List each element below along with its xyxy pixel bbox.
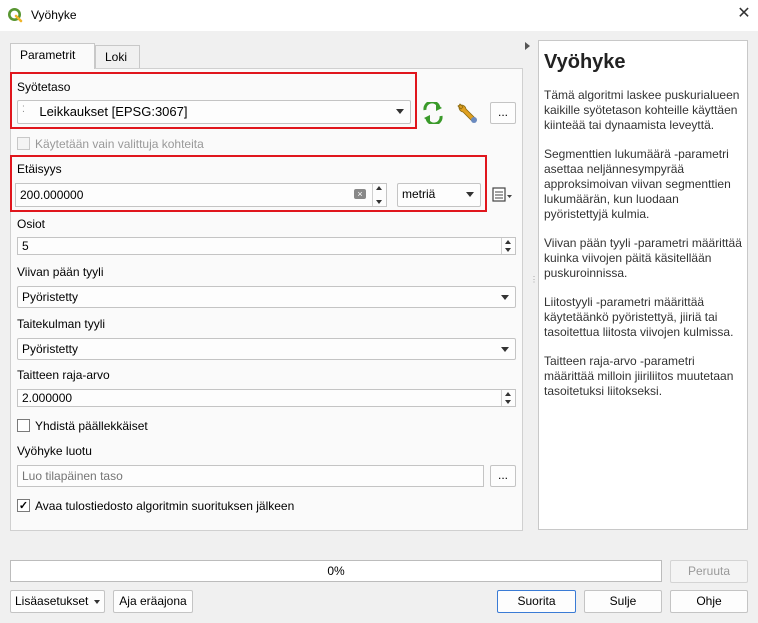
batch-button[interactable]: Aja eräajona xyxy=(113,590,193,613)
output-path-input[interactable] xyxy=(17,465,484,487)
help-panel: Vyöhyke Tämä algoritmi laskee puskurialu… xyxy=(538,40,748,530)
iterate-icon[interactable] xyxy=(421,102,445,124)
input-layer-options-button[interactable]: ... xyxy=(490,102,516,124)
help-button[interactable]: Ohje xyxy=(670,590,748,613)
window-title: Vyöhyke xyxy=(31,8,77,22)
end-cap-combo[interactable]: Pyöristetty xyxy=(17,286,516,308)
title-bar xyxy=(0,0,758,31)
selected-only-checkbox[interactable] xyxy=(17,137,30,150)
end-cap-value: Pyöristetty xyxy=(22,290,79,304)
miter-limit-value: 2.000000 xyxy=(22,391,73,405)
help-paragraph: Taitteen raja-arvo -parametri määrittää … xyxy=(544,354,734,398)
open-output-label: Avaa tulostiedosto algoritmin suoritukse… xyxy=(35,499,295,513)
segments-value: 5 xyxy=(22,239,29,253)
collapse-arrow-icon[interactable] xyxy=(525,42,530,50)
help-paragraph: Liitostyyli -parametri määrittää käytetä… xyxy=(544,295,734,339)
close-button[interactable]: Sulje xyxy=(584,590,662,613)
segments-label: Osiot xyxy=(17,217,46,231)
miter-limit-spinbox[interactable]: 2.000000 xyxy=(17,389,516,407)
dissolve-checkbox[interactable] xyxy=(17,419,30,432)
close-icon[interactable]: ✕ xyxy=(735,5,753,23)
advanced-button[interactable]: Lisäasetukset xyxy=(10,590,105,613)
dissolve-label: Yhdistä päällekkäiset xyxy=(35,419,148,433)
help-paragraph: Viivan pään tyyli -parametri määrittää k… xyxy=(544,236,742,280)
miter-limit-label: Taitteen raja-arvo xyxy=(17,368,110,382)
open-output-checkbox[interactable]: ✓ xyxy=(17,499,30,512)
advanced-label: Lisäasetukset xyxy=(15,594,89,608)
output-label: Vyöhyke luotu xyxy=(17,444,92,458)
distance-highlight xyxy=(10,155,487,212)
help-paragraph: Segmenttien lukumäärä -parametri asettaa… xyxy=(544,147,731,221)
input-layer-highlight xyxy=(10,72,417,129)
join-style-combo[interactable]: Pyöristetty xyxy=(17,338,516,360)
chevron-down-icon xyxy=(94,600,100,604)
end-cap-label: Viivan pään tyyli xyxy=(17,265,104,279)
segments-spinbox[interactable]: 5 xyxy=(17,237,516,255)
tab-parameters[interactable]: Parametrit xyxy=(10,43,95,69)
join-style-value: Pyöristetty xyxy=(22,342,79,356)
output-browse-button[interactable]: ... xyxy=(490,465,516,487)
help-paragraph: Tämä algoritmi laskee puskurialueen kaik… xyxy=(544,88,740,132)
progress-bar: 0% xyxy=(10,560,662,582)
tab-log[interactable]: Loki xyxy=(95,45,140,69)
progress-text: 0% xyxy=(327,564,345,578)
wrench-icon[interactable] xyxy=(454,100,480,126)
qgis-logo-icon xyxy=(8,8,23,23)
run-button[interactable]: Suorita xyxy=(497,590,576,613)
data-defined-override-icon[interactable] xyxy=(490,185,514,205)
help-title: Vyöhyke xyxy=(544,51,626,73)
join-style-label: Taitekulman tyyli xyxy=(17,317,106,331)
selected-only-label: Käytetään vain valittuja kohteita xyxy=(35,137,204,151)
splitter-grip-icon[interactable]: ⋮ xyxy=(530,276,538,284)
cancel-button[interactable]: Peruuta xyxy=(670,560,748,583)
